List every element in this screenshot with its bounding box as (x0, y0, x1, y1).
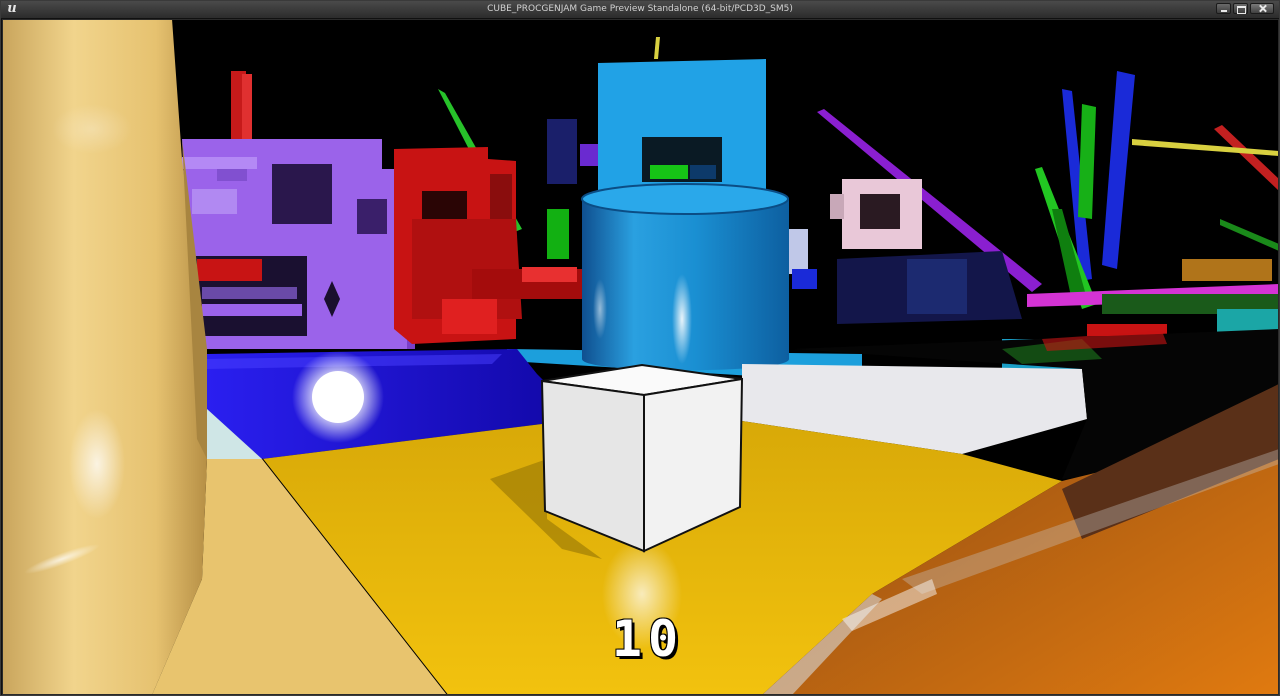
game-scene (2, 19, 1279, 695)
maximize-icon (1237, 6, 1246, 14)
blue-slab (598, 59, 766, 191)
tan-pillar (2, 19, 207, 695)
window-title: CUBE_PROCGENJAM Game Preview Standalone … (487, 4, 793, 14)
minimize-button[interactable] (1216, 3, 1231, 14)
title-bar[interactable]: u CUBE_PROCGENJAM Game Preview Standalon… (1, 1, 1279, 19)
game-window: u CUBE_PROCGENJAM Game Preview Standalon… (0, 0, 1280, 696)
game-viewport[interactable]: 10 (2, 19, 1279, 695)
score-counter: 10 (611, 610, 685, 668)
minimize-icon (1221, 10, 1227, 12)
close-icon (1259, 5, 1266, 12)
close-button[interactable] (1250, 3, 1274, 14)
maximize-button[interactable] (1233, 3, 1248, 14)
